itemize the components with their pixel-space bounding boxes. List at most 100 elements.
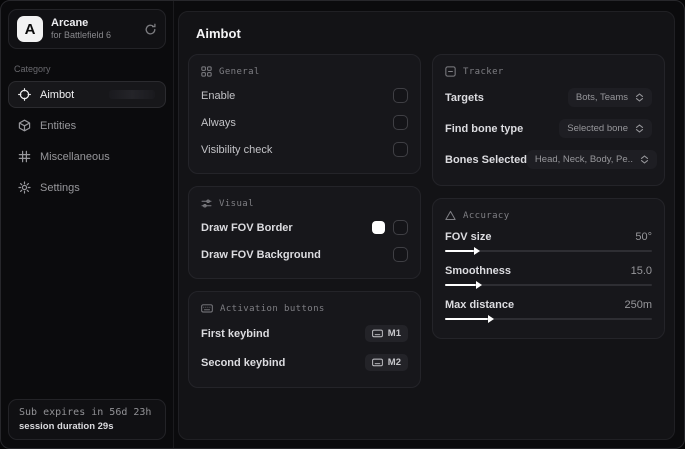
expand-icon <box>640 155 649 164</box>
general-card: General Enable Always Visibility check <box>188 54 421 174</box>
session-duration-text: session duration 29s <box>19 421 114 432</box>
brand-text: Arcane for Battlefield 6 <box>51 17 111 42</box>
setting-label: Draw FOV Background <box>201 248 321 261</box>
card-title: Tracker <box>463 66 504 77</box>
card-title: General <box>219 66 260 77</box>
brand-subtitle: for Battlefield 6 <box>51 30 112 41</box>
setting-label: FOV size <box>445 231 492 243</box>
dropdown-value: Head, Neck, Body, Pe.. <box>534 154 633 165</box>
sidebar-item-miscellaneous[interactable]: Miscellaneous <box>8 143 166 170</box>
setting-row-draw-fov-border: Draw FOV Border <box>201 214 408 241</box>
entities-icon <box>18 119 31 132</box>
slider-value: 250m <box>624 299 652 311</box>
setting-row-targets: Targets Bots, Teams <box>445 82 652 113</box>
card-title: Visual <box>219 198 254 209</box>
setting-label: Find bone type <box>445 122 524 135</box>
draw-fov-background-checkbox[interactable] <box>393 247 408 262</box>
setting-label: Targets <box>445 91 484 104</box>
always-checkbox[interactable] <box>393 115 408 130</box>
shimmer-highlight <box>109 90 155 99</box>
app-window: A Arcane for Battlefield 6 Category Aimb… <box>0 0 685 449</box>
setting-label: Bones Selected <box>445 153 527 166</box>
targets-dropdown[interactable]: Bots, Teams <box>567 88 652 107</box>
setting-row-fov-size: FOV size 50° <box>445 226 652 255</box>
setting-label: Max distance <box>445 299 515 311</box>
crosshair-icon <box>18 88 31 101</box>
main-panel: Aimbot General Enable Always Visibility … <box>178 11 675 440</box>
setting-label: Enable <box>201 89 236 102</box>
sidebar-item-label: Miscellaneous <box>40 150 110 163</box>
slider-thumb[interactable] <box>476 281 483 289</box>
keyboard-icon <box>201 304 213 313</box>
dropdown-value: Selected bone <box>567 123 628 134</box>
grid-icon <box>18 150 31 163</box>
app-logo: A <box>17 16 43 42</box>
setting-label: Smoothness <box>445 265 512 277</box>
activation-buttons-card: Activation buttons First keybind M1 Seco… <box>188 291 421 388</box>
setting-row-visibility-check: Visibility check <box>201 136 408 163</box>
fov-border-color-swatch[interactable] <box>372 221 385 234</box>
fov-size-slider[interactable] <box>445 247 652 255</box>
visibility-check-checkbox[interactable] <box>393 142 408 157</box>
visual-card: Visual Draw FOV Border Draw FOV Backgrou… <box>188 186 421 279</box>
sidebar-item-entities[interactable]: Entities <box>8 112 166 139</box>
find-bone-type-dropdown[interactable]: Selected bone <box>559 119 652 138</box>
category-label: Category <box>14 64 51 74</box>
setting-row-draw-fov-background: Draw FOV Background <box>201 241 408 268</box>
sidebar-item-settings[interactable]: Settings <box>8 174 166 201</box>
setting-row-second-keybind: Second keybind M2 <box>201 348 408 377</box>
setting-label: Second keybind <box>201 356 286 369</box>
setting-row-always: Always <box>201 109 408 136</box>
general-icon <box>201 66 212 77</box>
sidebar: A Arcane for Battlefield 6 Category Aimb… <box>1 1 174 448</box>
keyboard-icon <box>371 358 383 367</box>
right-column: Tracker Targets Bots, Teams Find bone ty… <box>432 54 665 339</box>
slider-value: 50° <box>635 231 652 243</box>
slider-thumb[interactable] <box>488 315 495 323</box>
draw-fov-border-checkbox[interactable] <box>393 220 408 235</box>
first-keybind-button[interactable]: M1 <box>364 325 408 342</box>
setting-label: Draw FOV Border <box>201 221 293 234</box>
gear-icon <box>18 181 31 194</box>
keybind-value: M2 <box>387 357 401 368</box>
sidebar-item-label: Entities <box>40 119 77 132</box>
accuracy-card: Accuracy FOV size 50° Smoothness 15.0 Ma… <box>432 198 665 339</box>
setting-row-bones-selected: Bones Selected Head, Neck, Body, Pe.. <box>445 144 657 175</box>
tracker-icon <box>445 66 456 77</box>
setting-label: First keybind <box>201 327 270 340</box>
setting-label: Visibility check <box>201 143 273 156</box>
page-title: Aimbot <box>196 26 241 41</box>
setting-row-max-distance: Max distance 250m <box>445 294 652 323</box>
brand-card: A Arcane for Battlefield 6 <box>8 9 166 49</box>
setting-row-smoothness: Smoothness 15.0 <box>445 260 652 289</box>
triangle-icon <box>445 210 456 220</box>
refresh-icon[interactable] <box>144 23 157 36</box>
setting-label: Always <box>201 116 236 129</box>
dropdown-value: Bots, Teams <box>575 92 628 103</box>
expand-icon <box>635 124 644 133</box>
setting-row-first-keybind: First keybind M1 <box>201 319 408 348</box>
sidebar-item-label: Settings <box>40 181 80 194</box>
second-keybind-button[interactable]: M2 <box>364 354 408 371</box>
keyboard-icon <box>371 329 383 338</box>
smoothness-slider[interactable] <box>445 281 652 289</box>
subscription-info-card: Sub expires in 56d 23h session duration … <box>8 399 166 440</box>
enable-checkbox[interactable] <box>393 88 408 103</box>
slider-thumb[interactable] <box>473 247 480 255</box>
card-title: Activation buttons <box>220 303 325 314</box>
brand-name: Arcane <box>51 16 89 29</box>
sliders-icon <box>201 199 212 208</box>
max-distance-slider[interactable] <box>445 315 652 323</box>
sidebar-item-label: Aimbot <box>40 88 75 101</box>
left-column: General Enable Always Visibility check V… <box>188 54 421 388</box>
keybind-value: M1 <box>387 328 401 339</box>
card-title: Accuracy <box>463 210 510 221</box>
setting-row-find-bone-type: Find bone type Selected bone <box>445 113 652 144</box>
sidebar-item-aimbot[interactable]: Aimbot <box>8 81 166 108</box>
slider-value: 15.0 <box>630 265 652 277</box>
sub-expiry-text: Sub expires in 56d 23h <box>19 407 152 418</box>
setting-row-enable: Enable <box>201 82 408 109</box>
tracker-card: Tracker Targets Bots, Teams Find bone ty… <box>432 54 665 186</box>
bones-selected-dropdown[interactable]: Head, Neck, Body, Pe.. <box>526 150 657 169</box>
expand-icon <box>635 93 644 102</box>
